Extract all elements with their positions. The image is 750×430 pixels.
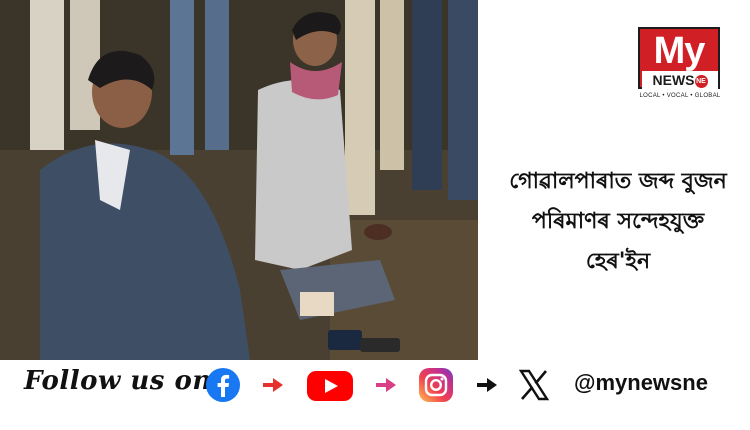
logo-news-text: NEWS NE xyxy=(642,71,718,89)
photo-scene xyxy=(0,0,478,360)
headline-line-1: গোৱালপাৰাত জব্দ বুজন xyxy=(509,169,727,194)
news-photo xyxy=(0,0,478,360)
arrow-icon xyxy=(263,378,283,392)
x-icon[interactable] xyxy=(516,367,552,403)
mynews-logo: My NEWS NE LOCAL • VOCAL • GLOBAL xyxy=(638,27,720,109)
logo-badge: My NEWS NE xyxy=(638,27,720,89)
youtube-icon[interactable] xyxy=(306,367,354,403)
follow-bar: Follow us on @mynewsne xyxy=(0,360,750,430)
facebook-icon[interactable] xyxy=(205,367,241,403)
instagram-icon[interactable] xyxy=(418,367,454,403)
headline-line-2: পৰিমাণৰ সন্দেহযুক্ত xyxy=(531,209,705,234)
social-handle[interactable]: @mynewsne xyxy=(574,370,708,396)
logo-news-label: NEWS xyxy=(652,72,695,88)
headline-panel: My NEWS NE LOCAL • VOCAL • GLOBAL গোৱালপা… xyxy=(478,0,750,360)
follow-us-text: Follow us on xyxy=(24,366,212,396)
headline: গোৱালপাৰাত জব্দ বুজন পৰিমাণৰ সন্দেহযুক্ত… xyxy=(486,162,750,282)
arrow-icon xyxy=(376,378,396,392)
logo-tagline: LOCAL • VOCAL • GLOBAL xyxy=(639,93,721,99)
logo-my-text: My xyxy=(653,30,706,72)
logo-ne-badge: NE xyxy=(694,75,708,88)
headline-line-3: হেৰ'ইন xyxy=(585,249,651,274)
arrow-icon xyxy=(477,378,497,392)
